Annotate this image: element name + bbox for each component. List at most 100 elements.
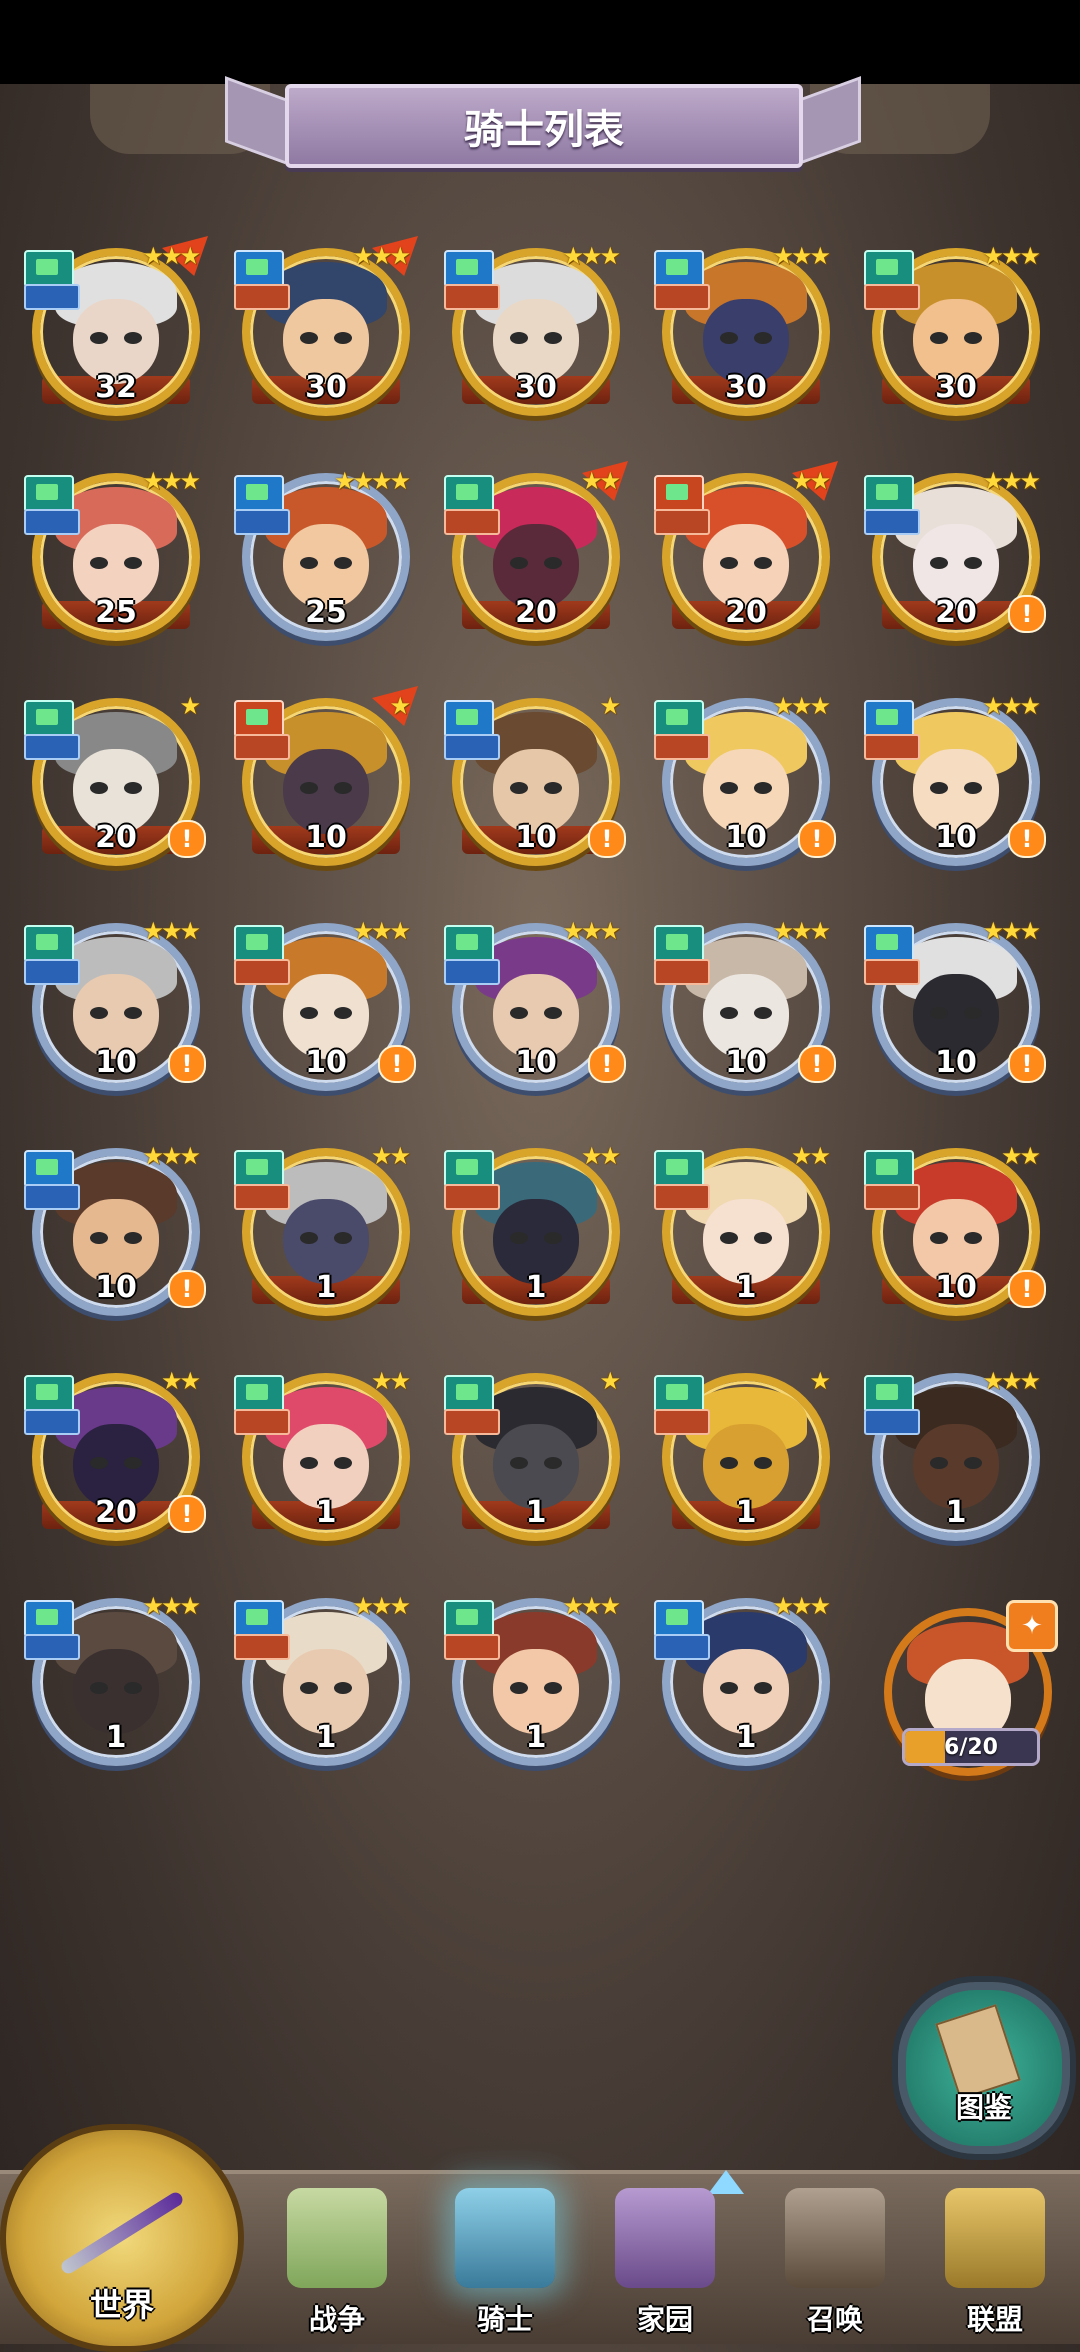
star-rating: ★★★ [142,242,201,270]
nav-home[interactable]: 家园 [590,2180,740,2340]
house-icon [615,2188,715,2288]
alert-icon: ! [798,1045,836,1083]
knight-level: 1 [735,1270,757,1305]
knight-card[interactable]: ★★★ 30 [654,240,838,424]
knight-level: 20 [725,595,767,630]
knight-card[interactable]: ★★ 10 ! [864,1140,1048,1324]
knight-card[interactable]: ★★ 1 [234,1140,418,1324]
knight-card[interactable]: ★★★ 10 ! [654,690,838,874]
class-icon [234,1375,284,1413]
class-icon [654,250,704,288]
role-icon [654,734,710,760]
star-rating: ★★★ [772,917,831,945]
shard-progress-text: 6/20 [944,1734,998,1760]
knight-card[interactable]: ★★★ 1 [864,1365,1048,1549]
alert-icon: ! [1008,1045,1046,1083]
class-icon [654,700,704,738]
alert-icon: ! [1008,1270,1046,1308]
knight-card[interactable]: ★ 10 [234,686,418,874]
knight-level: 30 [305,370,347,405]
star-rating: ★★★ [142,917,201,945]
knight-card[interactable]: ★ 1 [654,1365,838,1549]
alert-icon: ! [798,820,836,858]
class-icon [654,475,704,513]
knight-card[interactable]: ★★★ 30 [864,240,1048,424]
knight-card[interactable]: ★★★ 10 ! [234,915,418,1099]
knight-shard-card[interactable]: ✦ 6/20 [876,1600,1060,1784]
star-rating: ★★★ [772,692,831,720]
star-rating: ★★★ [982,1367,1041,1395]
knight-card[interactable]: ★★★ 20 ! [864,465,1048,649]
class-icon [654,1150,704,1188]
star-rating: ★★★ [562,1592,621,1620]
class-icon [444,1600,494,1638]
role-icon [444,1184,500,1210]
knight-card[interactable]: ★★★ 30 [234,236,418,424]
class-icon [234,925,284,963]
knight-level: 25 [305,595,347,630]
class-icon [864,700,914,738]
knight-level: 1 [315,1270,337,1305]
knight-card[interactable]: ★★ 1 [234,1365,418,1549]
knight-card[interactable]: ★★★ 10 ! [864,690,1048,874]
knight-card[interactable]: ★★ 20 [654,461,838,649]
class-icon [444,700,494,738]
knight-card[interactable]: ★★★ 10 ! [24,915,208,1099]
nav-battle[interactable]: 战争 [262,2180,412,2340]
nav-summon[interactable]: 召唤 [760,2180,910,2340]
knight-card[interactable]: ★★ 20 ! [24,1365,208,1549]
class-icon [24,1375,74,1413]
knight-card[interactable]: ★★★ 1 [654,1590,838,1774]
role-icon [234,959,290,985]
knight-card[interactable]: ★★★ 1 [24,1590,208,1774]
knight-card[interactable]: ★ 1 [444,1365,628,1549]
star-rating: ★★★★ [333,467,411,495]
knight-card[interactable]: ★ 10 ! [444,690,628,874]
knight-card[interactable]: ★★★ 10 ! [24,1140,208,1324]
class-icon [864,1150,914,1188]
knight-card[interactable]: ★ 20 ! [24,690,208,874]
nav-battle-label: 战争 [308,2303,365,2336]
knight-card[interactable]: ★★★ 10 ! [654,915,838,1099]
role-icon [654,959,710,985]
star-rating: ★★★ [352,1592,411,1620]
nav-knights[interactable]: 骑士 [430,2180,580,2340]
nav-world[interactable]: 世界 [0,2124,244,2352]
knight-card[interactable]: ★★★ 1 [444,1590,628,1774]
class-icon [864,475,914,513]
knight-card[interactable]: ★★★ 30 [444,240,628,424]
star-rating: ★★ [790,1142,831,1170]
alert-icon: ! [588,1045,626,1083]
role-icon [864,959,920,985]
knight-icon [455,2188,555,2288]
train-icon [785,2188,885,2288]
knight-level: 1 [525,1270,547,1305]
knight-card[interactable]: ★★★ 25 [24,465,208,649]
nav-alliance[interactable]: 联盟 [920,2180,1070,2340]
class-icon [24,1600,74,1638]
class-icon [234,475,284,513]
knight-card[interactable]: ★★★ 1 [234,1590,418,1774]
knight-card[interactable]: ★★ 1 [654,1140,838,1324]
role-icon [654,284,710,310]
star-rating: ★★ [790,467,831,495]
knight-card[interactable]: ★★★ 10 ! [864,915,1048,1099]
map-icon [287,2188,387,2288]
star-rating: ★★★ [982,917,1041,945]
role-icon [654,509,710,535]
class-icon [24,250,74,288]
knight-card[interactable]: ★★★ 10 ! [444,915,628,1099]
knight-card[interactable]: ★★★★ 25 [234,465,418,649]
role-icon [654,1634,710,1660]
knight-card[interactable]: ★★ 20 [444,461,628,649]
knight-level: 30 [515,370,557,405]
knight-card[interactable]: ★★ 1 [444,1140,628,1324]
knight-card[interactable]: ★★★ 32 [24,236,208,424]
knight-grid: ★★★ 32 ★★★ 30 ★★★ 30 ★★★ 30 ★★★ 30 ★★★ 2… [0,0,1080,2340]
knight-level: 30 [935,370,977,405]
role-icon [864,509,920,535]
class-icon [24,1150,74,1188]
role-icon [864,734,920,760]
knight-level: 1 [315,1720,337,1755]
codex-button[interactable]: 图鉴 [898,1982,1070,2154]
